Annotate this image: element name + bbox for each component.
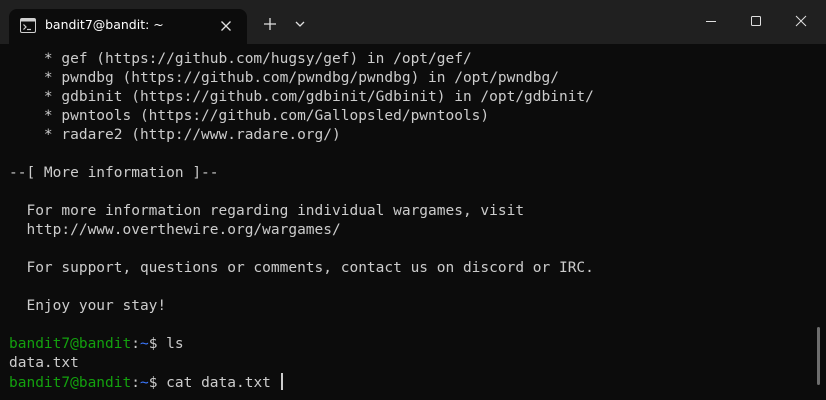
tab-bandit7[interactable]: bandit7@bandit: ~ xyxy=(9,9,247,44)
scrollbar[interactable] xyxy=(817,327,820,385)
info-line: http://www.overthewire.org/wargames/ xyxy=(9,222,341,238)
support-line: For support, questions or comments, cont… xyxy=(9,260,594,276)
maximize-icon[interactable] xyxy=(741,8,771,36)
tab-title: bandit7@bandit: ~ xyxy=(45,17,164,32)
terminal-window: bandit7@bandit: ~ * gef (https://github.… xyxy=(0,0,826,400)
prompt-user: bandit7@bandit xyxy=(9,336,132,352)
prompt-symbol: $ xyxy=(148,336,167,352)
command-input[interactable]: cat data.txt xyxy=(166,375,280,391)
section-header: --[ More information ]-- xyxy=(9,165,219,181)
terminal-output[interactable]: * gef (https://github.com/hugsy/gef) in … xyxy=(0,44,814,400)
command-text: ls xyxy=(166,336,184,352)
prompt-path: ~ xyxy=(139,375,149,391)
close-icon[interactable] xyxy=(217,17,235,35)
tool-line: * radare2 (http://www.radare.org/) xyxy=(9,127,341,143)
title-bar[interactable]: bandit7@bandit: ~ xyxy=(0,0,826,44)
prompt-line: bandit7@bandit:~$ ls xyxy=(9,335,184,354)
tool-line: * pwndbg (https://github.com/pwndbg/pwnd… xyxy=(9,70,559,86)
chevron-down-icon[interactable] xyxy=(288,13,312,35)
prompt-colon: : xyxy=(131,336,140,352)
tool-line: * gdbinit (https://github.com/gdbinit/Gd… xyxy=(9,89,594,105)
prompt-colon: : xyxy=(131,375,140,391)
close-icon[interactable] xyxy=(786,8,816,36)
plus-icon[interactable] xyxy=(258,13,282,35)
minimize-icon[interactable] xyxy=(696,8,726,36)
command-output: data.txt xyxy=(9,355,79,371)
prompt-user: bandit7@bandit xyxy=(9,375,132,391)
enjoy-line: Enjoy your stay! xyxy=(9,298,167,314)
info-line: For more information regarding individua… xyxy=(9,203,525,219)
prompt-symbol: $ xyxy=(148,375,167,391)
prompt-path: ~ xyxy=(139,336,149,352)
prompt-line[interactable]: bandit7@bandit:~$ cat data.txt xyxy=(9,373,283,392)
tool-line: * gef (https://github.com/hugsy/gef) in … xyxy=(9,51,472,67)
text-cursor xyxy=(280,373,283,390)
tool-line: * pwntools (https://github.com/Gallopsle… xyxy=(9,108,490,124)
terminal-icon xyxy=(20,18,36,33)
